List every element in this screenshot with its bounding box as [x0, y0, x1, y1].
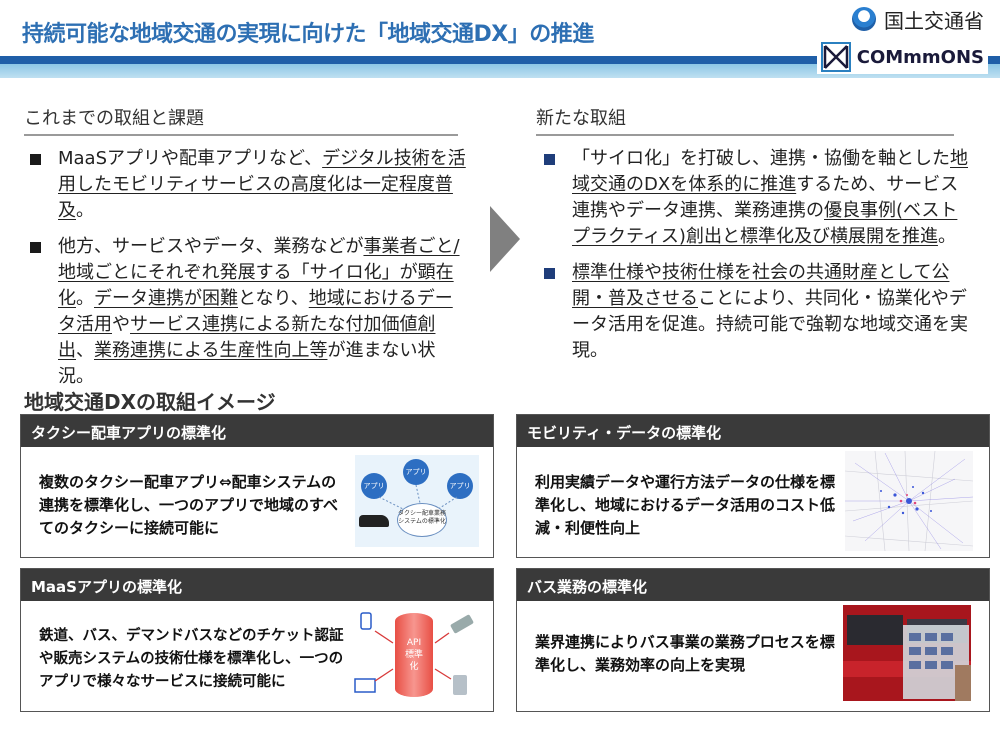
card-mobility-data: モビリティ・データの標準化 利用実績データや運行方法データの仕様を標準化し、地域… — [516, 414, 990, 558]
card-title: MaaSアプリの標準化 — [21, 569, 493, 601]
left-heading: これまでの取組と課題 — [24, 104, 458, 136]
body-text: や — [112, 314, 130, 335]
ministry-emblem-icon — [852, 7, 876, 31]
right-arrow-icon — [490, 206, 520, 272]
card-maas: MaaSアプリの標準化 鉄道、バス、デマンドバスなどのチケット認証や販売システム… — [20, 568, 494, 712]
card-description: 利用実績データや運行方法データの仕様を標準化し、地域におけるデータ活用のコスト低… — [535, 473, 836, 537]
left-bullet-2: 他方、サービスやデータ、業務などが事業者ごと/地域ごとにそれぞれ発展する「サイロ… — [26, 234, 470, 390]
bullet-square-icon — [30, 154, 41, 165]
body-text: 、 — [76, 340, 94, 361]
mobility-map-image — [845, 451, 973, 551]
right-bullet-1: 「サイロ化」を打破し、連携・協働を軸とした地域交通のDXを体系的に推進するため、… — [540, 146, 970, 250]
commons-logo: COMmmONS — [816, 40, 988, 74]
card-title: モビリティ・データの標準化 — [517, 415, 989, 447]
card-body: 複数のタクシー配車アプリ⇔配車システムの連携を標準化し、一つのアプリで地域のすべ… — [21, 447, 493, 557]
card-body: 鉄道、バス、デマンドバスなどのチケット認証や販売システムの技術仕様を標準化し、一… — [21, 601, 493, 711]
page-header: 持続可能な地域交通の実現に向けた「地域交通DX」の推進 国土交通省 COMmmO… — [0, 0, 1000, 80]
card-title: バス業務の標準化 — [517, 569, 989, 601]
card-title: タクシー配車アプリの標準化 — [21, 415, 493, 447]
bullet-square-icon — [544, 154, 555, 165]
maas-api-diagram: API 標準 化 — [349, 609, 479, 705]
card-description: 業界連携によりバス事業の業務プロセスを標準化し、業務効率の向上を実現 — [535, 633, 835, 674]
api-standard-cylinder: API 標準 化 — [395, 613, 433, 697]
right-heading: 新たな取組 — [536, 104, 954, 136]
left-bullet-1: MaaSアプリや配車アプリなど、デジタル技術を活用したモビリティサービスの高度化… — [26, 146, 470, 224]
bullet-text: 他方、サービスやデータ、業務などが事業者ごと/地域ごとにそれぞれ発展する「サイロ… — [58, 236, 460, 387]
left-bullet-list: MaaSアプリや配車アプリなど、デジタル技術を活用したモビリティサービスの高度化… — [26, 146, 470, 400]
body-text: 。 — [937, 226, 956, 247]
card-taxi: タクシー配車アプリの標準化 複数のタクシー配車アプリ⇔配車システムの連携を標準化… — [20, 414, 494, 558]
api-label: API 標準 化 — [404, 638, 423, 672]
bullet-text: 「サイロ化」を打破し、連携・協働を軸とした地域交通のDXを体系的に推進するため、… — [572, 148, 968, 247]
section-title: 地域交通DXの取組イメージ — [24, 390, 276, 414]
emphasis-text: 業務連携による生産性向上等 — [94, 340, 328, 361]
body-text: 。 — [76, 200, 94, 221]
bullet-square-icon — [30, 242, 41, 253]
brand-name: COMmmONS — [856, 46, 984, 68]
bus-operations-photo — [843, 605, 971, 701]
right-bullet-list: 「サイロ化」を打破し、連携・協働を軸とした地域交通のDXを体系的に推進するため、… — [540, 146, 970, 374]
card-description: 複数のタクシー配車アプリ⇔配車システムの連携を標準化し、一つのアプリで地域のすべ… — [39, 473, 338, 537]
body-text: 他方、サービスやデータ、業務などが — [58, 236, 364, 257]
body-text: となり、 — [238, 288, 309, 309]
bullet-text: 標準仕様や技術仕様を社会の共通財産として公開・普及させることにより、共同化・協業… — [572, 262, 968, 361]
bullet-text: MaaSアプリや配車アプリなど、デジタル技術を活用したモビリティサービスの高度化… — [58, 148, 466, 221]
commons-emblem-icon — [820, 42, 851, 72]
body-text: MaaSアプリや配車アプリなど、 — [58, 148, 323, 169]
card-body: 利用実績データや運行方法データの仕様を標準化し、地域におけるデータ活用のコスト低… — [517, 447, 989, 557]
card-body: 業界連携によりバス事業の業務プロセスを標準化し、業務効率の向上を実現 — [517, 601, 989, 711]
taxi-diagram: アプリ アプリ アプリ タクシー配車業務システムの標準化 — [355, 455, 479, 547]
card-description: 鉄道、バス、デマンドバスなどのチケット認証や販売システムの技術仕様を標準化し、一… — [39, 628, 344, 690]
emphasis-text: データ連携が困難 — [94, 288, 238, 309]
ministry-logo: 国土交通省 — [852, 4, 984, 34]
bullet-square-icon — [544, 268, 555, 279]
taxi-car-icon — [359, 515, 389, 527]
right-bullet-2: 標準仕様や技術仕様を社会の共通財産として公開・普及させることにより、共同化・協業… — [540, 260, 970, 364]
body-text: 。 — [76, 288, 94, 309]
dispatch-hub: タクシー配車業務システムの標準化 — [397, 503, 447, 537]
card-bus: バス業務の標準化 業界連携によりバス事業の業務プロセスを標準化し、業務効率の向上… — [516, 568, 990, 712]
body-text: 「サイロ化」を打破し、連携・協働を軸とした — [572, 148, 950, 169]
ministry-name: 国土交通省 — [884, 8, 984, 33]
page-title: 持続可能な地域交通の実現に向けた「地域交通DX」の推進 — [22, 22, 594, 47]
